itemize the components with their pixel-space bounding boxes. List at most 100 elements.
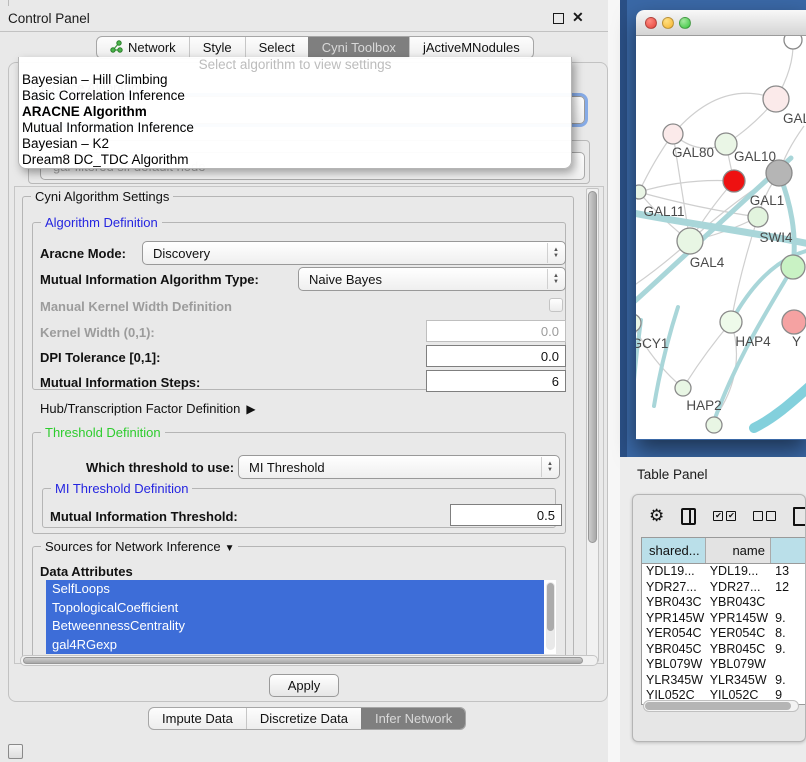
network-node-selected-red[interactable]: [723, 170, 745, 192]
node-label-hap4: HAP4: [735, 334, 771, 349]
tab-jactivemnodules[interactable]: jActiveMNodules: [409, 37, 533, 58]
network-window-titlebar[interactable]: [636, 10, 806, 36]
dropdown-item-bayesian-hill[interactable]: Bayesian – Hill Climbing: [19, 72, 571, 88]
minimized-panel-icon[interactable]: [8, 744, 23, 759]
scrollbar-thumb[interactable]: [645, 702, 791, 710]
float-panel-icon[interactable]: [553, 13, 564, 24]
control-panel-tabbar: Network Style Select Cyni Toolbox jActiv…: [96, 36, 534, 59]
aracne-mode-value: Discovery: [153, 246, 210, 261]
network-node[interactable]: [784, 36, 802, 49]
tab-style[interactable]: Style: [189, 37, 245, 58]
network-node-hap2[interactable]: [675, 380, 691, 396]
document-icon[interactable]: [793, 507, 806, 526]
node-label-y: Y: [792, 334, 801, 349]
scrollbar-thumb[interactable]: [23, 657, 583, 664]
node-table: shared... name YDL19... YDL19... 13 YDR2…: [641, 537, 806, 705]
network-canvas[interactable]: GAL GAL80 GAL10 GAL1 GAL11 SWI4 GAL4 GCY…: [636, 36, 806, 439]
tab-impute-data[interactable]: Impute Data: [149, 708, 246, 729]
aracne-mode-combobox[interactable]: Discovery ▲▼: [142, 241, 566, 265]
settings-horizontal-scrollbar[interactable]: [20, 655, 598, 666]
tab-infer-network[interactable]: Infer Network: [361, 708, 465, 729]
dropdown-item-dream8[interactable]: Dream8 DC_TDC Algorithm: [19, 152, 571, 168]
scrollbar-thumb[interactable]: [547, 583, 554, 631]
dropdown-item-basic-correlation[interactable]: Basic Correlation Inference: [19, 88, 571, 104]
tab-select[interactable]: Select: [245, 37, 308, 58]
table-row[interactable]: YDL19... YDL19... 13: [642, 564, 806, 580]
network-graph: GAL GAL80 GAL10 GAL1 GAL11 SWI4 GAL4 GCY…: [636, 36, 806, 439]
manual-kernel-checkbox[interactable]: [549, 298, 563, 312]
tab-select-label: Select: [259, 40, 295, 55]
mi-type-combobox[interactable]: Naive Bayes ▲▼: [298, 267, 566, 291]
table-window: ⚙ ✔ ✔ shared... name Y: [632, 494, 806, 742]
dpi-tolerance-label: DPI Tolerance [0,1]:: [40, 350, 160, 365]
window-minimize-button[interactable]: [662, 17, 674, 29]
sources-group-title[interactable]: Sources for Network Inference▼: [41, 539, 238, 554]
network-node-gal4[interactable]: [677, 228, 703, 254]
list-vertical-scrollbar[interactable]: [546, 582, 555, 650]
column-header-cut[interactable]: [771, 538, 806, 563]
table-row[interactable]: YDR27... YDR27... 12: [642, 580, 806, 596]
window-close-button[interactable]: [645, 17, 657, 29]
network-node-gal[interactable]: [763, 86, 789, 112]
scrollbar-thumb[interactable]: [588, 191, 597, 543]
columns-icon[interactable]: [681, 508, 696, 525]
network-node[interactable]: [706, 417, 722, 433]
table-horizontal-scrollbar[interactable]: [643, 700, 799, 712]
list-item-gal4rgexp[interactable]: gal4RGexp: [46, 636, 544, 655]
list-item-topologicalcoefficient[interactable]: TopologicalCoefficient: [46, 599, 544, 618]
tab-cyni-toolbox[interactable]: Cyni Toolbox: [308, 37, 409, 58]
dropdown-item-bayesian-k2[interactable]: Bayesian – K2: [19, 136, 571, 152]
column-header-shared-name[interactable]: shared...: [642, 538, 706, 563]
table-row[interactable]: YER054C YER054C 8.: [642, 626, 806, 642]
table-header-row: shared... name: [642, 538, 806, 564]
dropdown-item-aracne[interactable]: ARACNE Algorithm: [19, 104, 571, 120]
checked-box-icon: ✔: [726, 511, 736, 521]
table-row[interactable]: YBR043C YBR043C: [642, 595, 806, 611]
panel-splitter[interactable]: [608, 0, 620, 762]
apply-button[interactable]: Apply: [269, 674, 339, 697]
control-panel-title: Control Panel: [8, 11, 90, 26]
mi-threshold-field[interactable]: 0.5: [450, 504, 562, 526]
tab-network-label: Network: [128, 40, 176, 55]
network-node-hap4[interactable]: [720, 311, 742, 333]
deselect-all-icon[interactable]: [753, 511, 776, 521]
mi-threshold-label: Mutual Information Threshold:: [50, 509, 238, 524]
dpi-tolerance-field[interactable]: 0.0: [426, 345, 566, 367]
combo-spinner-icon: ▲▼: [541, 457, 558, 477]
close-panel-icon[interactable]: ✕: [572, 9, 584, 26]
table-row[interactable]: YLR345W YLR345W 9.: [642, 673, 806, 689]
gear-icon[interactable]: ⚙: [649, 506, 664, 526]
network-view-area: GAL GAL80 GAL10 GAL1 GAL11 SWI4 GAL4 GCY…: [620, 0, 806, 457]
dropdown-placeholder: Select algorithm to view settings: [19, 57, 571, 72]
table-row[interactable]: YBL079W YBL079W: [642, 657, 806, 673]
mi-steps-field[interactable]: 6: [426, 370, 566, 392]
list-item-selfloops[interactable]: SelfLoops: [46, 580, 544, 599]
node-label-gal1: GAL1: [750, 193, 785, 208]
network-window[interactable]: GAL GAL80 GAL10 GAL1 GAL11 SWI4 GAL4 GCY…: [636, 10, 806, 440]
kernel-width-field[interactable]: 0.0: [426, 320, 566, 342]
network-node-gal80[interactable]: [663, 124, 683, 144]
network-node-gal1[interactable]: [748, 207, 768, 227]
kernel-width-value: 0.0: [541, 324, 559, 339]
which-threshold-combobox[interactable]: MI Threshold ▲▼: [238, 455, 560, 479]
hub-definition-toggle[interactable]: Hub/Transcription Factor Definition▶: [40, 401, 256, 416]
unchecked-box-icon: [766, 511, 776, 521]
settings-vertical-scrollbar[interactable]: [586, 188, 599, 662]
network-area-edge: [620, 0, 627, 457]
tab-network[interactable]: Network: [97, 37, 189, 58]
dropdown-item-mutual-info[interactable]: Mutual Information Inference: [19, 120, 571, 136]
column-header-name[interactable]: name: [706, 538, 771, 563]
hub-definition-label: Hub/Transcription Factor Definition: [40, 401, 240, 416]
network-node-gal11[interactable]: [636, 185, 646, 199]
table-row[interactable]: YPR145W YPR145W 9.: [642, 611, 806, 627]
list-item-betweennesscentrality[interactable]: BetweennessCentrality: [46, 617, 544, 636]
sources-title-label: Sources for Network Inference: [45, 539, 221, 554]
table-row[interactable]: YBR045C YBR045C 9.: [642, 642, 806, 658]
select-all-icon[interactable]: ✔ ✔: [713, 511, 736, 521]
table-panel-area: Table Panel ⚙ ✔ ✔ shared... name: [620, 457, 806, 762]
window-zoom-button[interactable]: [679, 17, 691, 29]
network-node-bright-green[interactable]: [781, 255, 805, 279]
tab-discretize-data[interactable]: Discretize Data: [246, 708, 361, 729]
algorithm-definition-title: Algorithm Definition: [41, 215, 162, 230]
network-node-salmon[interactable]: [782, 310, 806, 334]
